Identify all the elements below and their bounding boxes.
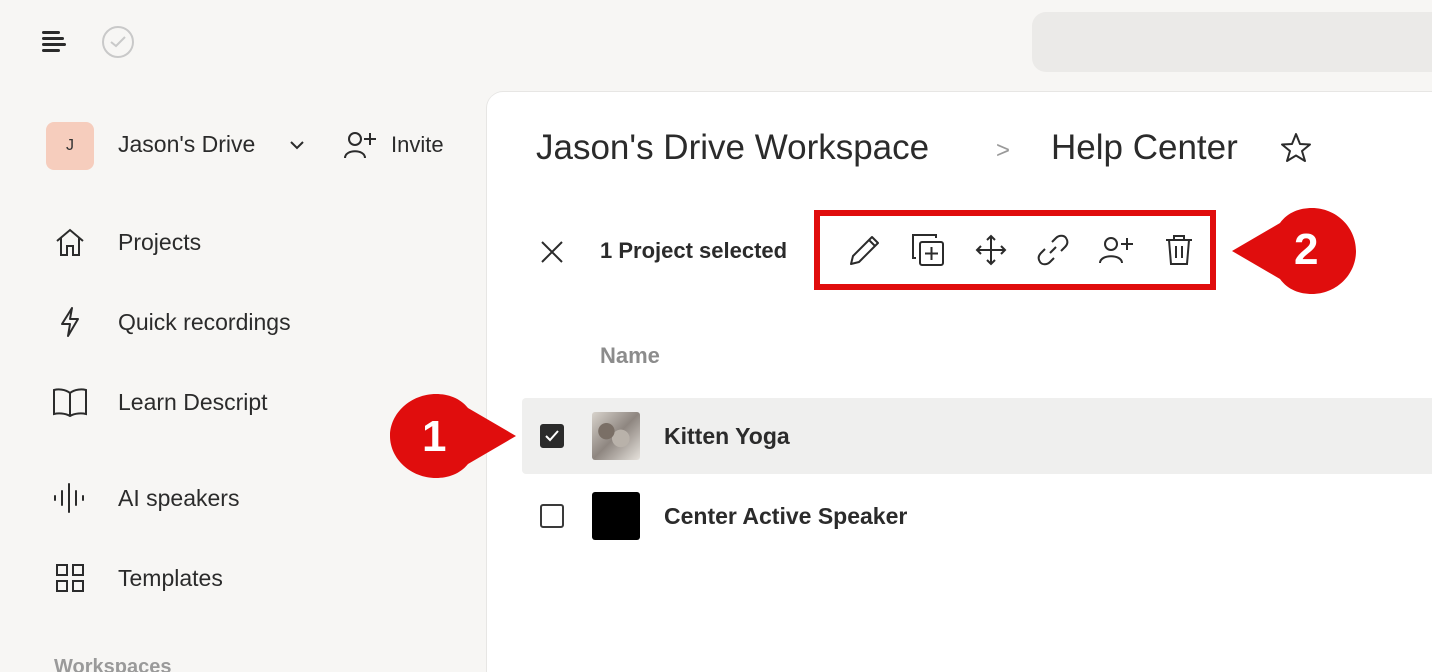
project-thumbnail: [592, 492, 640, 540]
row-checkbox[interactable]: [540, 504, 564, 528]
breadcrumb-folder: Help Center: [1051, 128, 1238, 167]
link-icon[interactable]: [1022, 230, 1085, 270]
close-icon[interactable]: [538, 238, 566, 266]
star-icon[interactable]: [1279, 131, 1313, 165]
project-title[interactable]: Kitten Yoga: [664, 423, 790, 450]
edit-icon[interactable]: [834, 230, 897, 270]
add-person-icon: [344, 132, 376, 159]
project-thumbnail: [592, 412, 640, 460]
project-title[interactable]: Center Active Speaker: [664, 503, 907, 530]
section-label-workspaces: Workspaces: [54, 656, 172, 672]
selection-count: 1 Project selected: [600, 238, 788, 263]
invite-button[interactable]: Invite: [343, 130, 444, 160]
sidebar-item-label: Quick recordings: [118, 308, 291, 335]
avatar[interactable]: J: [46, 122, 94, 170]
selection-toolbar: [814, 210, 1216, 290]
trash-icon[interactable]: [1147, 230, 1210, 270]
chevron-down-icon[interactable]: [288, 138, 306, 152]
callout-number-1: 1: [422, 412, 447, 461]
main-panel: [487, 92, 1432, 672]
callout-marker-1: [390, 394, 516, 478]
lightning-icon: [52, 306, 88, 338]
table-row[interactable]: Center Active Speaker: [522, 478, 1432, 554]
move-icon[interactable]: [959, 230, 1022, 270]
check-circle-icon[interactable]: [102, 26, 134, 58]
invite-label: Invite: [391, 132, 444, 157]
table-row[interactable]: Kitten Yoga: [522, 398, 1432, 474]
sidebar-item-quick-recordings[interactable]: Quick recordings: [52, 306, 291, 338]
grid-icon: [52, 562, 88, 594]
descript-logo-icon[interactable]: [40, 28, 68, 56]
sidebar-item-label: Projects: [118, 228, 202, 255]
sidebar-item-label: Learn Descript: [118, 388, 268, 415]
sidebar-item-ai-speakers[interactable]: AI speakers: [52, 482, 239, 514]
waveform-icon: [52, 482, 88, 514]
sidebar-item-projects[interactable]: Projects: [52, 226, 201, 258]
home-icon: [52, 226, 88, 258]
add-person-icon[interactable]: [1085, 230, 1148, 270]
breadcrumb-separator: >: [996, 137, 1011, 164]
callout-number-2: 2: [1294, 225, 1319, 274]
callout-marker-2: [1232, 208, 1356, 294]
column-header-name[interactable]: Name: [600, 343, 660, 369]
sidebar-item-label: AI speakers: [118, 484, 240, 511]
sidebar-item-templates[interactable]: Templates: [52, 562, 223, 594]
row-checkbox[interactable]: [540, 424, 564, 448]
sidebar-item-learn-descript[interactable]: Learn Descript: [52, 386, 268, 418]
drive-name[interactable]: Jason's Drive: [118, 131, 255, 158]
book-icon: [52, 386, 88, 418]
duplicate-icon[interactable]: [897, 230, 960, 270]
breadcrumb-workspace[interactable]: Jason's Drive Workspace: [536, 128, 929, 168]
search-bar[interactable]: [1032, 12, 1432, 72]
sidebar-item-label: Templates: [118, 564, 223, 591]
